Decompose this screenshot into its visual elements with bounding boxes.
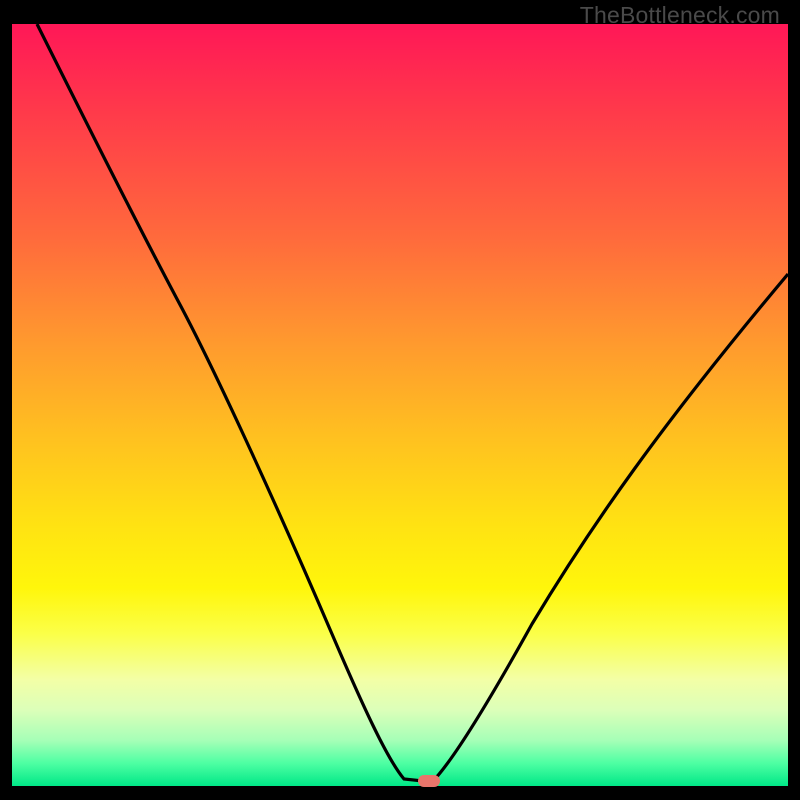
plot-area <box>12 24 788 786</box>
bottleneck-chart: TheBottleneck.com <box>12 0 788 786</box>
curve-svg <box>12 24 788 786</box>
optimal-marker <box>418 775 440 787</box>
bottleneck-curve-path <box>37 24 788 782</box>
